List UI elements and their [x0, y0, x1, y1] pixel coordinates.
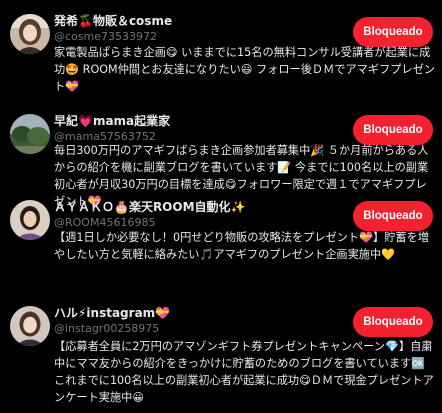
user-row[interactable]: 発希🍒物販＆cosme @cosme73533972 Bloqueado 家電製… [0, 0, 442, 100]
landscape-photo-avatar-icon [10, 114, 50, 154]
user-handle[interactable]: @cosme73533972 [54, 30, 172, 44]
display-name[interactable]: 発希🍒物販＆cosme [54, 14, 172, 29]
display-name[interactable]: ＡＹＡＫＯ🎂楽天ROOM自動化✨ [54, 200, 245, 215]
avatar[interactable] [10, 306, 50, 346]
user-bio: 【週1日しか必要なし！0円せどり物販の攻略法をプレゼント💝】貯蓄を増やしたい方と… [54, 231, 429, 261]
woman-photo-avatar-icon [10, 200, 50, 240]
user-handle[interactable]: @ROOM45616985 [54, 216, 245, 230]
woman-photo-avatar-icon [10, 306, 50, 346]
blocked-button[interactable]: Bloqueado [353, 307, 433, 337]
blocked-button[interactable]: Bloqueado [353, 115, 433, 145]
blocked-accounts-list: 発希🍒物販＆cosme @cosme73533972 Bloqueado 家電製… [0, 0, 442, 413]
blocked-button[interactable]: Bloqueado [353, 17, 433, 47]
user-row[interactable]: ハル⚡instagram💝 @instagr00258975 Bloqueado… [0, 273, 442, 413]
avatar[interactable] [10, 14, 50, 54]
user-bio: 家電製品ぱらまき企画😋 いままでに15名の無料コンサル受講者が起業に成功🤩 RO… [54, 46, 435, 93]
display-name[interactable]: ハル⚡instagram💝 [54, 306, 170, 321]
blocked-button[interactable]: Bloqueado [353, 201, 433, 231]
avatar[interactable] [10, 114, 50, 154]
display-name[interactable]: 早紀💗mama起業家 [54, 114, 170, 129]
user-handle[interactable]: @instagr00258975 [54, 322, 170, 336]
avatar[interactable] [10, 200, 50, 240]
woman-photo-avatar-icon [10, 14, 50, 54]
user-bio: 【応募者全員に2万円のアマゾンギフト券プレゼントキャンペーン💎】自粛中にママ友か… [54, 340, 434, 404]
